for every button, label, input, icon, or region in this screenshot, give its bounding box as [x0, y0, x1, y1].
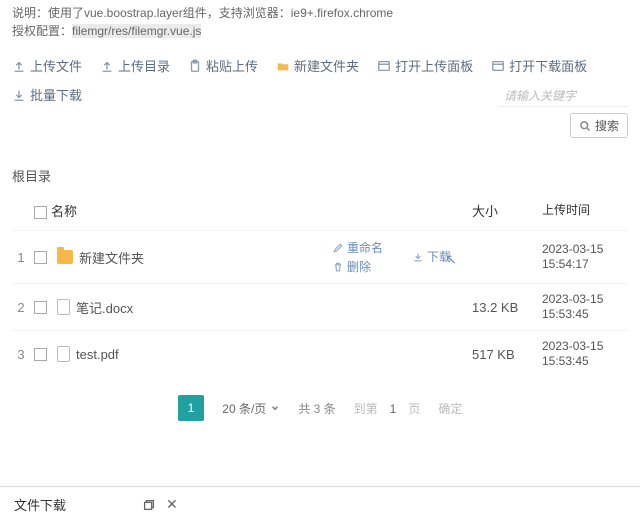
file-name[interactable]: test.pdf [76, 347, 119, 362]
row-index: 2 [12, 284, 30, 331]
page-size-select[interactable]: 20 条/页 [222, 400, 280, 417]
folder-plus-icon [276, 59, 290, 73]
breadcrumb[interactable]: 根目录 [12, 166, 628, 185]
file-size: 13.2 KB [468, 284, 538, 331]
cursor-icon: ↖ [445, 251, 457, 268]
file-name[interactable]: 新建文件夹 [79, 248, 144, 267]
upload-file-button[interactable]: 上传文件 [12, 56, 82, 75]
row-checkbox[interactable] [34, 348, 47, 361]
col-time: 上传时间 [542, 203, 590, 217]
file-name[interactable]: 笔记.docx [76, 298, 133, 317]
chevron-down-icon [270, 403, 280, 413]
upload-icon [12, 59, 26, 73]
file-time: 2023-03-1515:54:17 [538, 231, 628, 284]
toolbar: 上传文件 上传目录 粘贴上传 新建文件夹 打开上传面板 打开下载面板 [12, 56, 628, 75]
page-go-button[interactable]: 确定 [438, 400, 462, 417]
search-button[interactable]: 搜索 [570, 113, 628, 138]
restore-icon[interactable] [142, 498, 156, 512]
file-icon [57, 299, 70, 315]
page-goto-input[interactable] [381, 402, 405, 416]
open-upload-panel-button[interactable]: 打开上传面板 [377, 56, 473, 75]
row-index: 3 [12, 331, 30, 378]
panel-open-icon [377, 59, 391, 73]
table-row[interactable]: 1 新建文件夹 重命名删除下载↖ 2023-03-1515:54:17 [12, 231, 628, 284]
search-input[interactable] [498, 85, 628, 107]
download-panel-title: 文件下载 [14, 495, 66, 514]
file-table: 名称 大小 上传时间 1 新建文件夹 重命名删除下载↖ 2023-03-1515:54… [12, 191, 628, 377]
batch-download-button[interactable]: 批量下载 [12, 85, 82, 104]
new-folder-button[interactable]: 新建文件夹 [276, 56, 359, 75]
download-icon [12, 88, 26, 102]
download-button[interactable]: 下载↖ [412, 248, 451, 265]
folder-icon [57, 250, 73, 264]
upload-dir-icon [100, 59, 114, 73]
col-name: 名称 [51, 204, 77, 219]
select-all-checkbox[interactable] [34, 206, 47, 219]
row-checkbox[interactable] [34, 301, 47, 314]
pagination: 1 20 条/页 共 3 条 到第 页 确定 [12, 395, 628, 421]
delete-button[interactable]: 删除 [332, 258, 404, 275]
clipboard-icon [188, 59, 202, 73]
page-current[interactable]: 1 [178, 395, 205, 421]
file-size: 517 KB [468, 331, 538, 378]
file-time: 2023-03-1515:53:45 [538, 284, 628, 331]
file-size [468, 231, 538, 284]
col-size: 大小 [472, 204, 498, 219]
paste-upload-button[interactable]: 粘贴上传 [188, 56, 258, 75]
meta-note-1: 说明：使用了vue.boostrap.layer组件，支持浏览器：ie9+.fi… [12, 4, 628, 22]
open-download-panel-button[interactable]: 打开下载面板 [491, 56, 587, 75]
file-icon [57, 346, 70, 362]
panel-open-icon [491, 59, 505, 73]
row-checkbox[interactable] [34, 251, 47, 264]
close-icon[interactable]: ✕ [166, 496, 178, 513]
download-panel: 文件下载 ✕ [0, 486, 640, 522]
upload-dir-button[interactable]: 上传目录 [100, 56, 170, 75]
table-row[interactable]: 3 test.pdf 517 KB2023-03-1515:53:45 [12, 331, 628, 378]
search-icon [579, 120, 591, 132]
row-index: 1 [12, 231, 30, 284]
table-row[interactable]: 2 笔记.docx 13.2 KB2023-03-1515:53:45 [12, 284, 628, 331]
meta-note-2: 授权配置：filemgr/res/filemgr.vue.js [12, 22, 628, 40]
page-total: 共 3 条 [298, 400, 335, 417]
file-time: 2023-03-1515:53:45 [538, 331, 628, 378]
rename-button[interactable]: 重命名 [332, 239, 404, 256]
